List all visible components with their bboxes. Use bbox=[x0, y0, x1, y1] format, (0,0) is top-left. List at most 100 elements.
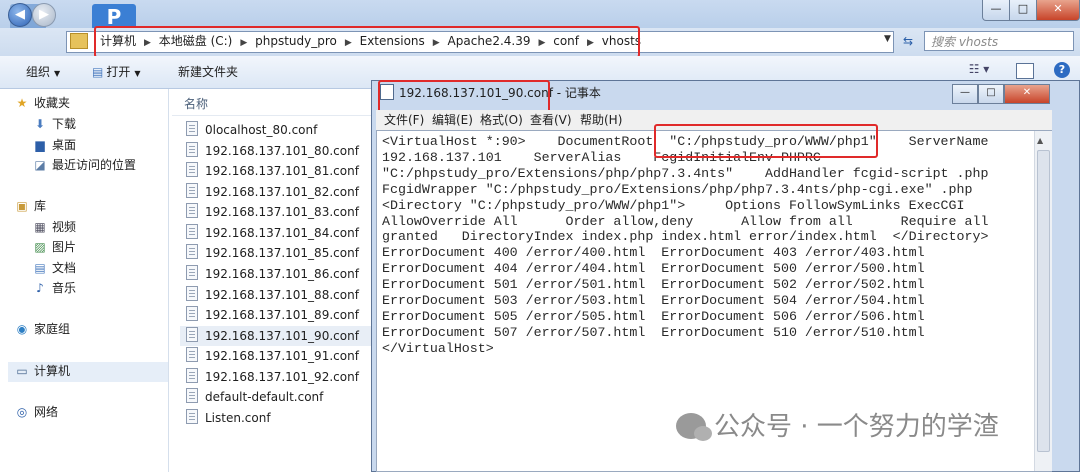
view-options-icon[interactable]: ☷ ▾ bbox=[966, 62, 992, 80]
file-name: 192.168.137.101_80.conf bbox=[205, 144, 359, 158]
nav-label: 网络 bbox=[34, 405, 59, 419]
scroll-up-icon[interactable]: ▲ bbox=[1037, 136, 1043, 145]
watermark-text: 公众号 · 一个努力的学渣 bbox=[714, 412, 999, 442]
recent-places-icon: ◪ bbox=[34, 158, 46, 172]
file-name: 192.168.137.101_90.conf bbox=[205, 329, 359, 343]
maximize-button[interactable]: □ bbox=[1009, 0, 1037, 21]
nav-network[interactable]: ◎ 网络 bbox=[14, 404, 58, 420]
back-button[interactable]: ◀ bbox=[8, 3, 32, 27]
file-item[interactable]: 192.168.137.101_80.conf bbox=[186, 141, 376, 161]
nav-label: 桌面 bbox=[52, 138, 77, 152]
notepad-icon: ▤ bbox=[92, 65, 104, 79]
library-icon: ▣ bbox=[16, 199, 28, 213]
file-item[interactable]: 192.168.137.101_92.conf bbox=[186, 367, 376, 387]
file-name: 192.168.137.101_88.conf bbox=[205, 288, 359, 302]
open-button[interactable]: ▤ 打开 ▼ bbox=[92, 64, 141, 82]
close-button[interactable]: ✕ bbox=[1004, 84, 1050, 104]
file-icon bbox=[186, 203, 198, 218]
watermark: 公众号 · 一个努力的学渣 bbox=[676, 410, 999, 444]
menu-edit[interactable]: 编辑(E) bbox=[432, 112, 473, 128]
highlight-box bbox=[94, 26, 640, 58]
file-name: 192.168.137.101_82.conf bbox=[205, 185, 359, 199]
nav-videos[interactable]: ▦ 视频 bbox=[32, 219, 76, 235]
nav-label: 收藏夹 bbox=[34, 96, 71, 110]
menu-file[interactable]: 文件(F) bbox=[384, 112, 424, 128]
music-icon: ♪ bbox=[36, 281, 44, 295]
file-item[interactable]: 192.168.137.101_91.conf bbox=[186, 346, 376, 366]
nav-label: 音乐 bbox=[52, 281, 77, 295]
computer-icon: ▭ bbox=[16, 364, 28, 378]
file-item[interactable]: Listen.conf bbox=[186, 408, 376, 428]
forward-button[interactable]: ▶ bbox=[32, 3, 56, 27]
minimize-button[interactable]: — bbox=[982, 0, 1010, 21]
header-divider bbox=[172, 115, 374, 116]
file-icon bbox=[186, 368, 198, 383]
new-folder-button[interactable]: 新建文件夹 bbox=[178, 64, 238, 80]
refresh-icon[interactable]: ⇆ bbox=[898, 33, 918, 49]
close-button[interactable]: ✕ bbox=[1036, 0, 1080, 21]
nav-homegroup[interactable]: ◉ 家庭组 bbox=[14, 321, 70, 337]
chevron-down-icon: ▼ bbox=[134, 69, 141, 78]
file-name: 192.168.137.101_81.conf bbox=[205, 164, 359, 178]
desktop-icon: ▆ bbox=[35, 138, 45, 152]
nav-libraries[interactable]: ▣ 库 bbox=[14, 198, 46, 214]
file-icon bbox=[186, 121, 198, 136]
file-icon bbox=[186, 183, 198, 198]
column-header-name[interactable]: 名称 bbox=[184, 95, 208, 112]
organize-button[interactable]: 组织 ▼ bbox=[26, 64, 60, 82]
document-icon: ▤ bbox=[34, 261, 46, 275]
nav-label: 下载 bbox=[52, 117, 77, 131]
maximize-button[interactable]: □ bbox=[978, 84, 1004, 104]
video-icon: ▦ bbox=[34, 220, 46, 234]
file-name: default-default.conf bbox=[205, 390, 324, 404]
file-item[interactable]: 192.168.137.101_86.conf bbox=[186, 264, 376, 284]
preview-pane-icon[interactable] bbox=[1016, 63, 1034, 79]
nav-label: 文档 bbox=[52, 261, 77, 275]
menu-format[interactable]: 格式(O) bbox=[480, 112, 523, 128]
help-icon[interactable]: ? bbox=[1054, 62, 1070, 78]
file-name: Listen.conf bbox=[205, 411, 271, 425]
file-item[interactable]: 192.168.137.101_89.conf bbox=[186, 305, 376, 325]
file-item[interactable]: 192.168.137.101_84.conf bbox=[186, 223, 376, 243]
homegroup-icon: ◉ bbox=[16, 322, 28, 336]
minimize-button[interactable]: — bbox=[952, 84, 978, 104]
file-item[interactable]: 192.168.137.101_83.conf bbox=[186, 202, 376, 222]
file-name: 0localhost_80.conf bbox=[205, 123, 318, 137]
file-name: 192.168.137.101_85.conf bbox=[205, 246, 359, 260]
file-item[interactable]: 192.168.137.101_85.conf bbox=[186, 243, 376, 263]
file-icon bbox=[186, 409, 198, 424]
file-item[interactable]: 0localhost_80.conf bbox=[186, 120, 376, 140]
nav-favorites[interactable]: ★ 收藏夹 bbox=[14, 95, 70, 111]
file-name: 192.168.137.101_91.conf bbox=[205, 349, 359, 363]
file-name: 192.168.137.101_86.conf bbox=[205, 267, 359, 281]
highlight-box bbox=[654, 124, 878, 158]
chevron-down-icon[interactable]: ▼ bbox=[884, 34, 891, 44]
file-icon bbox=[186, 347, 198, 362]
search-input[interactable]: 搜索 vhosts bbox=[924, 31, 1074, 51]
menu-view[interactable]: 查看(V) bbox=[530, 112, 572, 128]
nav-music[interactable]: ♪ 音乐 bbox=[32, 280, 76, 296]
organize-label: 组织 bbox=[26, 65, 51, 79]
nav-label: 最近访问的位置 bbox=[52, 158, 137, 172]
file-icon bbox=[186, 388, 198, 403]
nav-recent-places[interactable]: ◪ 最近访问的位置 bbox=[32, 157, 136, 173]
file-item[interactable]: 192.168.137.101_82.conf bbox=[186, 182, 376, 202]
nav-computer[interactable]: ▭ 计算机 bbox=[14, 363, 70, 379]
picture-icon: ▨ bbox=[34, 240, 46, 254]
file-item-selected[interactable]: 192.168.137.101_90.conf bbox=[180, 326, 378, 346]
nav-downloads[interactable]: ⬇ 下载 bbox=[32, 116, 76, 132]
highlight-box bbox=[378, 80, 550, 114]
file-name: 192.168.137.101_89.conf bbox=[205, 308, 359, 322]
nav-desktop[interactable]: ▆ 桌面 bbox=[32, 137, 76, 153]
download-folder-icon: ⬇ bbox=[34, 117, 46, 131]
nav-documents[interactable]: ▤ 文档 bbox=[32, 260, 76, 276]
file-name: 192.168.137.101_83.conf bbox=[205, 205, 359, 219]
menu-help[interactable]: 帮助(H) bbox=[580, 112, 622, 128]
file-item[interactable]: 192.168.137.101_81.conf bbox=[186, 161, 376, 181]
scrollbar-thumb[interactable] bbox=[1037, 150, 1050, 452]
file-item[interactable]: 192.168.137.101_88.conf bbox=[186, 285, 376, 305]
star-icon: ★ bbox=[16, 96, 28, 110]
chevron-down-icon: ▼ bbox=[54, 69, 61, 78]
nav-pictures[interactable]: ▨ 图片 bbox=[32, 239, 76, 255]
file-item[interactable]: default-default.conf bbox=[186, 387, 376, 407]
